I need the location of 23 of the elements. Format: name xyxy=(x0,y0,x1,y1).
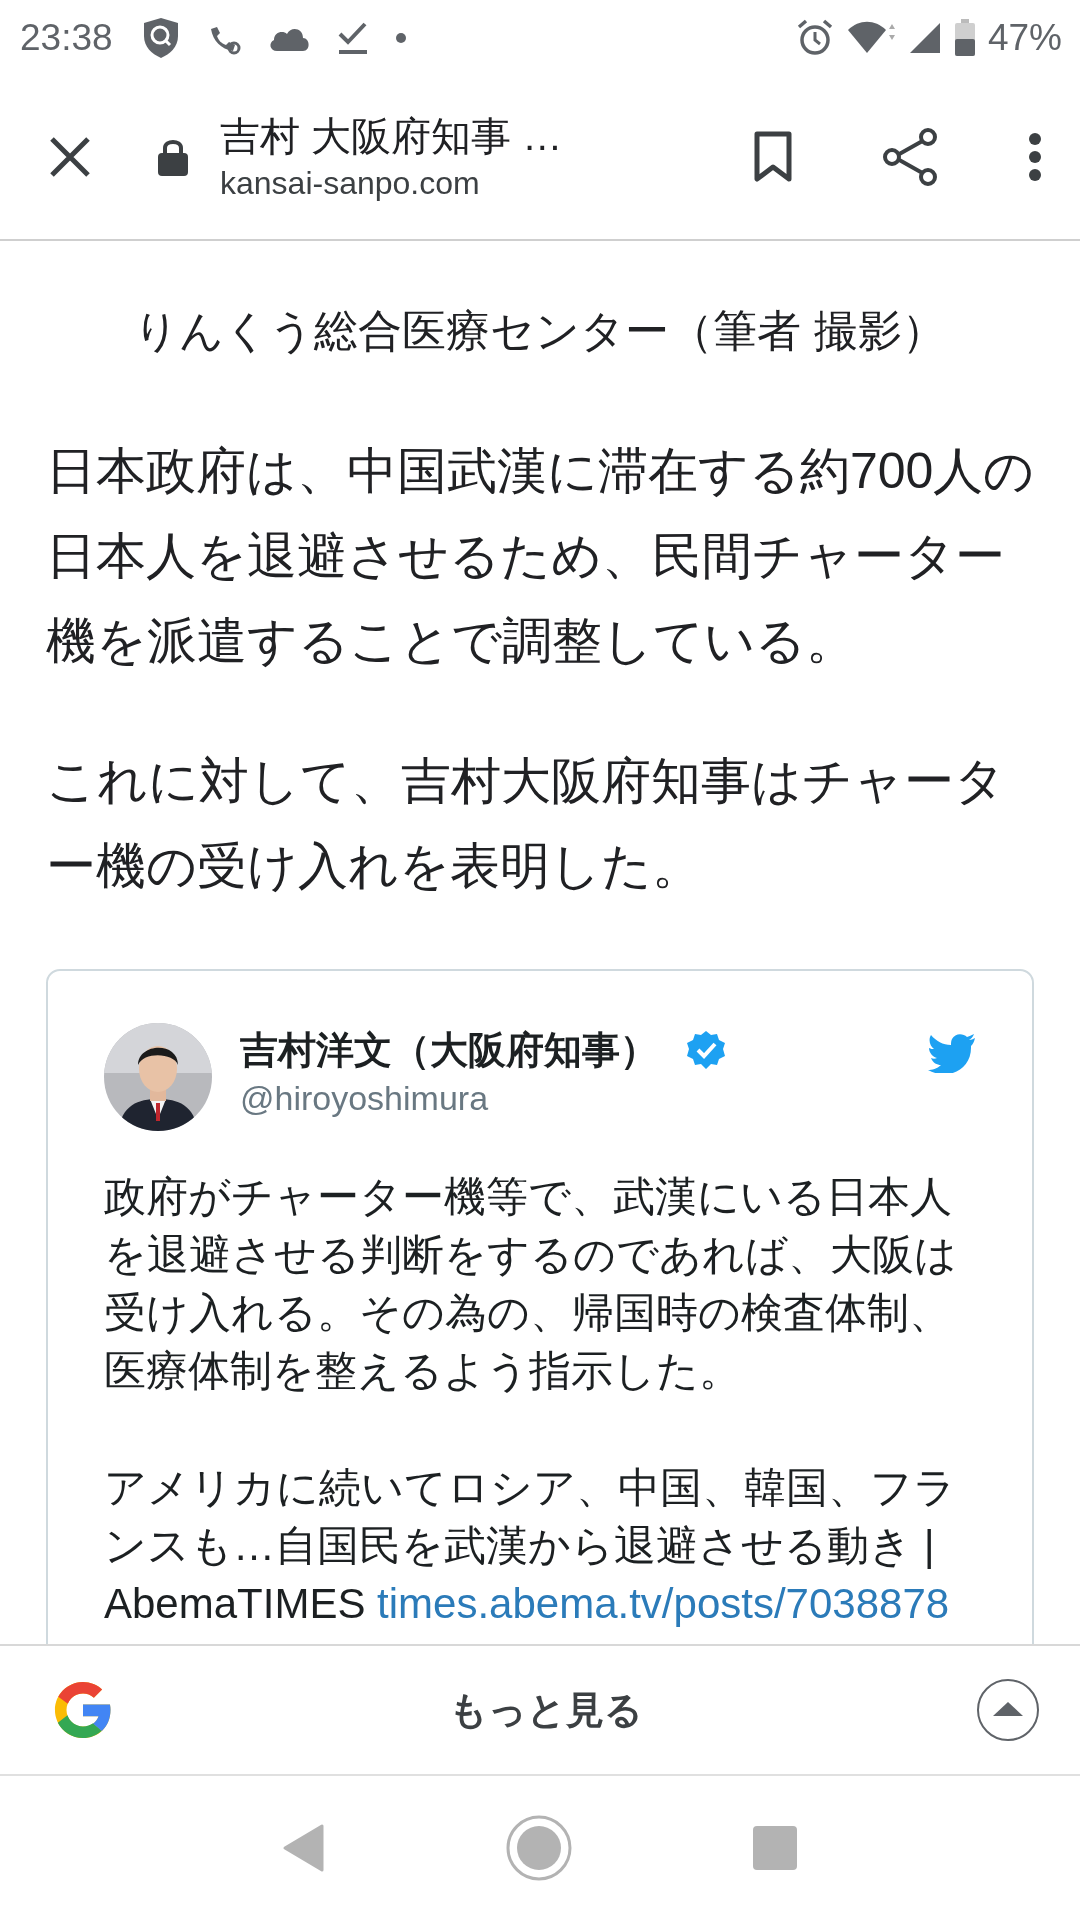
more-button[interactable]: もっと見る xyxy=(116,1684,976,1736)
tweet-text: アメリカに続いてロシア、中国、韓国、フランスも…自国民を武漢から退避させる動き | AbemaTIMES times.abema.tv/posts/7038878 xyxy=(104,1463,957,1629)
bird-icon[interactable] xyxy=(928,1033,976,1073)
article-paragraph: これに対して、吉村大阪府知事はチャーター機の受け入れを表明した。 xyxy=(46,752,1006,896)
battery-percent: 47% xyxy=(987,16,1062,59)
share-icon[interactable] xyxy=(882,127,938,187)
lock-icon xyxy=(156,137,190,177)
clock-time: 23:38 xyxy=(20,16,113,59)
close-icon[interactable] xyxy=(48,135,92,179)
author-name[interactable]: 吉村洋文（大阪府知事） xyxy=(240,1025,658,1075)
dot-icon xyxy=(394,31,407,44)
tweet-text: 政府がチャーター機等で、武漢にいる日本人を退避させる判断をするのであれば、大阪は受け入れる。その為の、帰国時の検査体制、医療体制を整えるよう指示した。 xyxy=(104,1172,958,1396)
alarm-icon xyxy=(795,18,834,57)
bookmark-icon[interactable] xyxy=(754,131,792,183)
article-paragraph: 日本政府は、中国武漢に滞在する約700人の日本人を退避させるため、民間チャーター機を派遣することで調整している。 xyxy=(46,442,1036,671)
page-title: 吉村 大阪府知事 … xyxy=(220,113,563,160)
menu-icon[interactable] xyxy=(1028,132,1042,182)
expand-up-icon[interactable] xyxy=(976,1678,1040,1742)
page-url: kansai-sanpo.com xyxy=(220,164,481,203)
author-handle[interactable]: @hiroyoshimura xyxy=(240,1075,726,1121)
image-caption: りんくう総合医療センター（筆者 撮影） xyxy=(133,305,947,357)
tweet-link[interactable]: times.abema.tv/posts/7038878 xyxy=(377,1580,950,1627)
battery-icon xyxy=(953,18,976,57)
